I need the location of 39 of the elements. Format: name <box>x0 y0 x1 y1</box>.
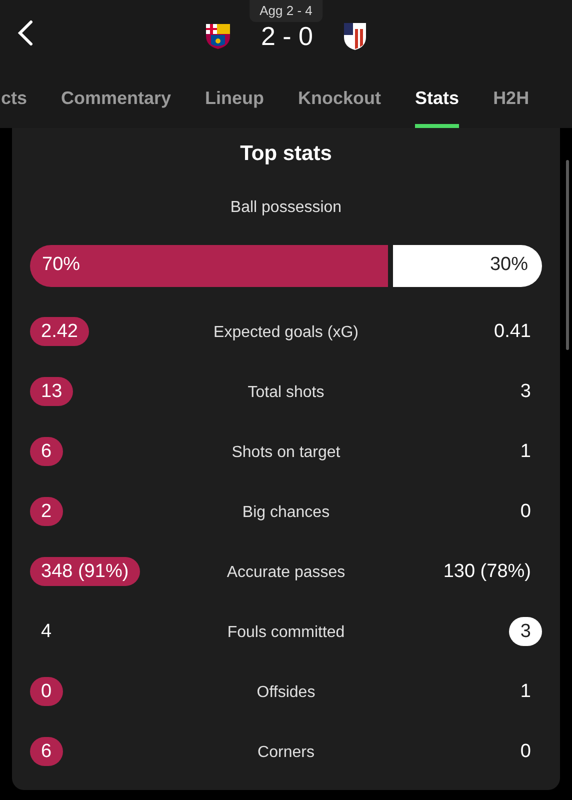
stat-value: 3 <box>519 380 532 404</box>
crest-icon <box>204 22 231 50</box>
back-icon[interactable] <box>16 20 34 46</box>
stat-label: Shots on target <box>232 442 340 462</box>
scrollbar[interactable] <box>566 160 569 350</box>
tab[interactable]: Knockout <box>298 68 382 128</box>
tab[interactable]: Lineup <box>205 68 264 128</box>
stat-value: 6 <box>30 737 63 766</box>
stat-value: 4 <box>40 620 53 644</box>
match-score: 2 - 0 <box>260 20 314 52</box>
stat-value: 13 <box>30 377 74 406</box>
away-percent: 30% <box>490 253 528 278</box>
stat-value: 348 (91%) <box>30 557 140 586</box>
stat-value: 3 <box>509 617 542 646</box>
tab[interactable]: H2H <box>493 68 530 128</box>
stat-value: 0 <box>30 677 63 706</box>
stat-label: Expected goals (xG) <box>214 322 358 342</box>
stat-value: 1 <box>519 440 532 464</box>
stat-value: 0 <box>519 740 532 764</box>
aggregate-score: Agg 2 - 4 <box>250 0 322 22</box>
stat-label: Ball possession <box>230 198 342 218</box>
stat-label: Total shots <box>248 382 324 402</box>
crest-icon <box>343 21 368 51</box>
stat-label: Big chances <box>242 502 330 522</box>
stat-label: Accurate passes <box>226 562 346 582</box>
card-title: Top stats <box>240 141 332 167</box>
tab[interactable]: cts <box>1 68 28 128</box>
stat-label: Fouls committed <box>227 622 345 642</box>
stat-label: Offsides <box>256 682 316 702</box>
stat-value: 0 <box>519 500 532 524</box>
stat-value: 6 <box>30 437 63 466</box>
stat-value: 2.42 <box>30 317 89 346</box>
stat-label: Corners <box>258 742 314 762</box>
tab[interactable]: Commentary <box>61 68 172 128</box>
stat-value: 2 <box>30 497 63 526</box>
stat-value: 0.41 <box>493 320 532 344</box>
stat-value: 130 (78%) <box>442 560 532 584</box>
stat-value: 1 <box>519 680 532 704</box>
home-percent: 70% <box>42 253 80 278</box>
